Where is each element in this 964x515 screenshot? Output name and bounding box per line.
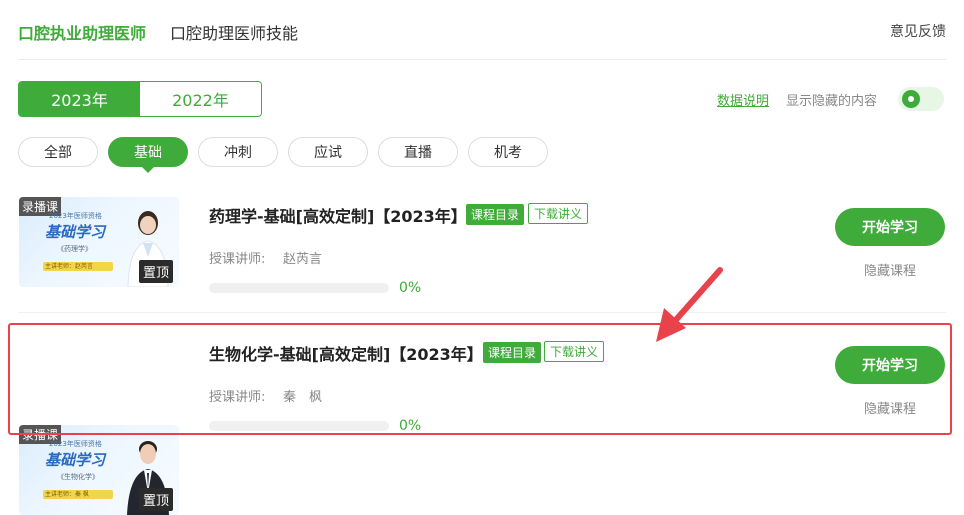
thumb-subject: 《生物化学》 <box>57 473 99 481</box>
teacher-label: 授课讲师: <box>209 252 266 267</box>
course-title[interactable]: 药理学-基础[高效定制]【2023年】 <box>209 203 467 227</box>
progress-bar <box>209 283 389 293</box>
filter-live[interactable]: 直播 <box>378 137 458 167</box>
row-divider <box>18 312 946 313</box>
year-selector: 2023年 2022年 <box>18 81 262 117</box>
tab-oral-assistant-physician[interactable]: 口腔执业助理医师 <box>18 20 146 44</box>
hide-course-button[interactable]: 隐藏课程 <box>835 260 945 279</box>
filter-sprint[interactable]: 冲刺 <box>198 137 278 167</box>
thumb-title: 基础学习 <box>45 451 106 469</box>
teacher-name: 赵芮言 <box>283 252 323 267</box>
tab-oral-assistant-skills[interactable]: 口腔助理医师技能 <box>170 20 298 44</box>
highlight-box <box>8 323 952 435</box>
show-hidden-label: 显示隐藏的内容 <box>786 94 878 109</box>
thumb-title: 基础学习 <box>45 223 106 241</box>
thumb-subject: 《药理学》 <box>57 245 92 253</box>
pin-top-button[interactable]: 置顶 <box>138 260 173 283</box>
pin-top-button[interactable]: 置顶 <box>138 488 173 511</box>
thumb-subtitle: 2023年医师资格 <box>49 440 102 448</box>
category-filters: 全部 基础 冲刺 应试 直播 机考 <box>18 137 548 173</box>
download-notes-badge[interactable]: 下载讲义 <box>528 203 589 224</box>
thumb-teacher-strip: 主讲老师：秦 枫 <box>43 490 113 499</box>
course-catalog-badge[interactable]: 课程目录 <box>466 204 525 225</box>
course-thumbnail[interactable]: 录播课 2023年医师资格 基础学习 《生物化学》 主讲老师：秦 枫 置顶 <box>19 425 179 515</box>
year-2023-button[interactable]: 2023年 <box>19 82 140 116</box>
thumb-subtitle: 2023年医师资格 <box>49 212 102 220</box>
start-learning-button[interactable]: 开始学习 <box>835 208 945 246</box>
data-explanation-link[interactable]: 数据说明 <box>717 90 769 109</box>
highlight-arrow-icon <box>656 267 723 342</box>
filter-all[interactable]: 全部 <box>18 137 98 167</box>
progress-percent: 0% <box>399 280 422 296</box>
thumb-teacher-strip: 主讲老师：赵芮言 <box>43 262 113 271</box>
course-thumbnail[interactable]: 录播课 2023年医师资格 基础学习 《药理学》 主讲老师：赵芮言 置顶 <box>19 197 179 287</box>
filter-exam[interactable]: 应试 <box>288 137 368 167</box>
header-divider <box>18 59 946 60</box>
toggle-knob <box>902 90 920 108</box>
year-2022-button[interactable]: 2022年 <box>140 82 261 116</box>
feedback-link[interactable]: 意见反馈 <box>890 21 946 41</box>
filter-basic[interactable]: 基础 <box>108 137 188 173</box>
show-hidden-toggle[interactable] <box>898 87 944 111</box>
filter-computer-exam[interactable]: 机考 <box>468 137 548 167</box>
